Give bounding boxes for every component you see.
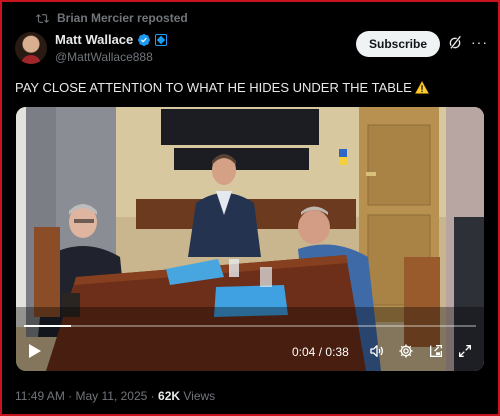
time-separator: /	[318, 345, 323, 359]
subscribe-button[interactable]: Subscribe	[356, 31, 440, 57]
play-icon[interactable]	[28, 343, 42, 359]
verified-badge-icon	[138, 33, 151, 46]
affiliate-badge-icon[interactable]	[155, 33, 168, 46]
warning-icon	[415, 81, 430, 94]
tweet-date[interactable]: May 11, 2025	[76, 389, 148, 403]
meta-separator: ·	[150, 389, 155, 403]
tweet-metadata: 11:49 AM · May 11, 2025 · 62K Views	[15, 389, 215, 403]
picture-in-picture-icon[interactable]	[428, 343, 444, 359]
more-options-icon[interactable]: ···	[471, 34, 488, 50]
author-display-name[interactable]: Matt Wallace	[55, 32, 133, 47]
tweet-text: PAY CLOSE ATTENTION TO WHAT HE HIDES UND…	[15, 80, 485, 96]
repost-label: Brian Mercier reposted	[57, 11, 188, 25]
views-label: Views	[183, 389, 216, 403]
author-name-row: Matt Wallace	[55, 32, 168, 47]
video-progress-bar[interactable]	[24, 325, 476, 327]
current-time: 0:04	[292, 345, 316, 359]
tweet-time[interactable]: 11:49 AM	[15, 389, 65, 403]
duration: 0:38	[325, 345, 349, 359]
repost-indicator[interactable]: Brian Mercier reposted	[36, 11, 188, 25]
settings-icon[interactable]	[398, 343, 414, 359]
volume-icon[interactable]	[369, 343, 385, 359]
views-count: 62K	[158, 389, 181, 403]
video-player[interactable]: 0:04 / 0:38	[16, 107, 484, 371]
tweet-body: PAY CLOSE ATTENTION TO WHAT HE HIDES UND…	[15, 80, 412, 95]
video-progress-fill	[24, 325, 72, 327]
avatar[interactable]	[15, 32, 47, 64]
author-handle[interactable]: @MattWallace888	[55, 50, 153, 64]
meta-separator: ·	[68, 389, 73, 403]
repost-icon	[36, 13, 49, 23]
video-time: 0:04 / 0:38	[292, 345, 349, 359]
video-frame	[16, 107, 484, 371]
grok-icon[interactable]	[447, 35, 463, 51]
fullscreen-icon[interactable]	[457, 343, 473, 359]
